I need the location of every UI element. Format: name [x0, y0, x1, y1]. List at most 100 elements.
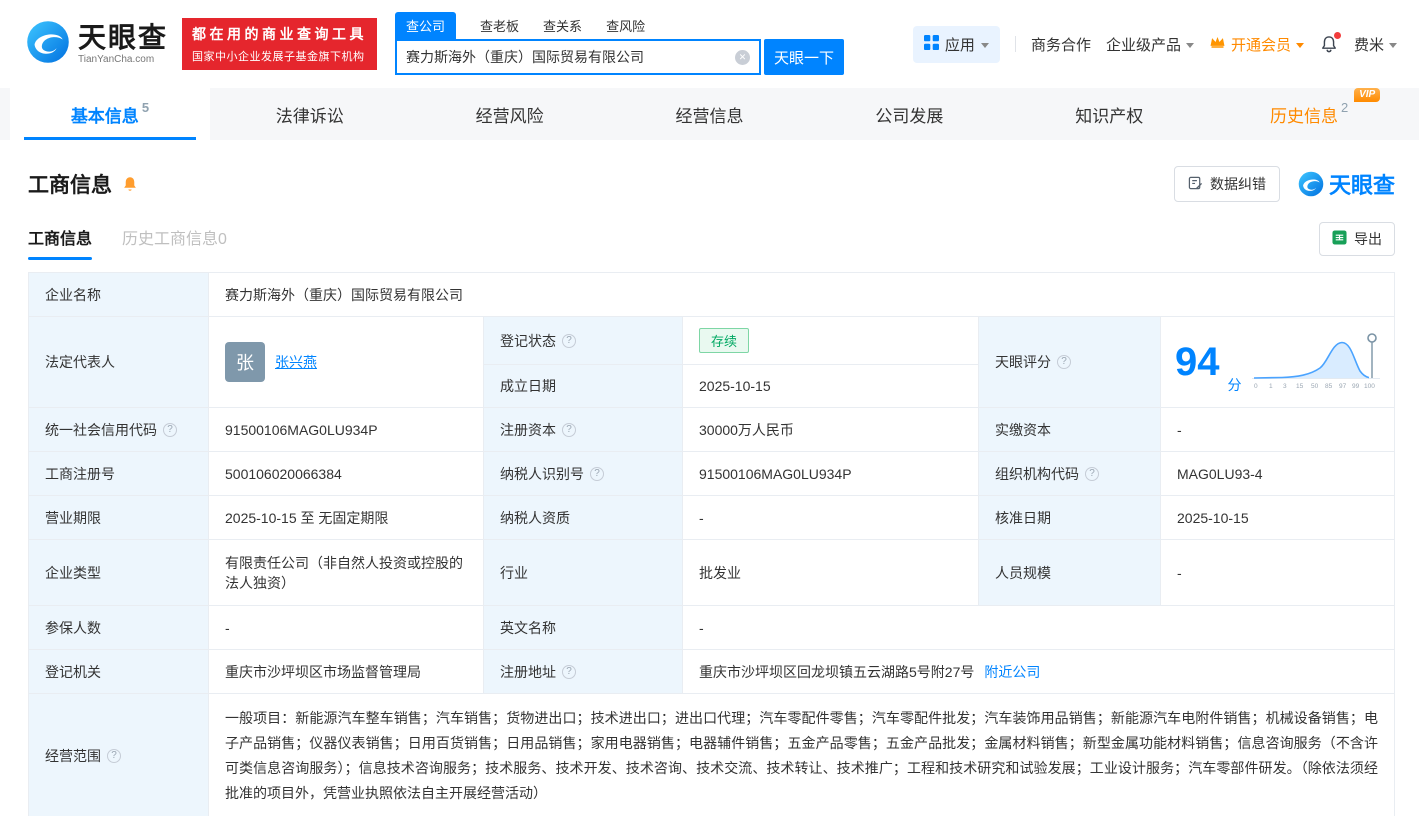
tab-label: 经营风险	[476, 102, 544, 127]
data-correction-button[interactable]: 数据纠错	[1174, 166, 1280, 202]
field-label-staff-size: 人员规模	[979, 540, 1161, 605]
table-row: 法定代表人 张 张兴燕 登记状态 存续 成立日期 2025-10-15 天眼评分	[29, 317, 1394, 408]
field-value-taxpayer-quality: -	[683, 496, 979, 539]
field-label-reg-authority: 登记机关	[29, 650, 209, 693]
tab-label: 经营信息	[676, 102, 744, 127]
correction-icon	[1188, 175, 1203, 193]
tab-operation-info[interactable]: 经营信息	[610, 88, 810, 140]
search-area: 查公司 查老板 查关系 查风险 天眼一下	[395, 13, 844, 75]
tianyancha-logo[interactable]: 天眼查 TianYanCha.com	[26, 20, 168, 69]
table-row: 登记机关 重庆市沙坪坝区市场监督管理局 注册地址 重庆市沙坪坝区回龙坝镇五云湖路…	[29, 650, 1394, 694]
enterprise-products-menu[interactable]: 企业级产品	[1106, 34, 1194, 55]
section-title: 工商信息	[28, 169, 112, 199]
field-value-business-term: 2025-10-15 至 无固定期限	[209, 496, 484, 539]
monitor-bell-icon[interactable]	[121, 175, 139, 193]
help-icon[interactable]	[562, 334, 576, 348]
search-category-tabs: 查公司 查老板 查关系 查风险	[395, 13, 844, 39]
field-label-tyc-score: 天眼评分	[979, 317, 1161, 407]
score-unit: 分	[1228, 375, 1242, 395]
score-distribution-chart: 0 1 3 15 50 85 97 99 100	[1252, 330, 1384, 395]
data-correction-label: 数据纠错	[1210, 174, 1266, 194]
legal-rep-avatar[interactable]: 张	[225, 342, 265, 382]
search-button[interactable]: 天眼一下	[764, 39, 844, 75]
table-row: 企业类型 有限责任公司（非自然人投资或控股的法人独资） 行业 批发业 人员规模 …	[29, 540, 1394, 606]
svg-text:50: 50	[1311, 383, 1319, 390]
field-value-english-name: -	[683, 606, 1394, 649]
field-label-address: 注册地址	[484, 650, 683, 693]
field-label-establish-date: 成立日期	[484, 365, 683, 407]
clear-search-icon[interactable]	[735, 50, 750, 65]
field-value-company-name: 赛力斯海外（重庆）国际贸易有限公司	[209, 273, 1394, 316]
tab-operation-risk[interactable]: 经营风险	[410, 88, 610, 140]
field-label-taxpayer-id: 纳税人识别号	[484, 452, 683, 495]
help-icon[interactable]	[590, 467, 604, 481]
field-value-business-scope: 一般项目：新能源汽车整车销售；汽车销售；货物进出口；技术进出口；进出口代理；汽车…	[209, 694, 1394, 816]
subtab-business-info[interactable]: 工商信息	[28, 225, 92, 260]
chevron-down-icon	[1186, 43, 1194, 48]
search-tab-boss[interactable]: 查老板	[480, 16, 519, 39]
field-label-business-scope: 经营范围	[29, 694, 209, 816]
tab-label: 法律诉讼	[276, 102, 344, 127]
field-value-approval-date: 2025-10-15	[1161, 496, 1394, 539]
svg-text:3: 3	[1283, 383, 1287, 390]
search-tab-relation[interactable]: 查关系	[543, 16, 582, 39]
tab-basic-info[interactable]: 基本信息 5	[10, 88, 210, 140]
field-value-taxpayer-id: 91500106MAG0LU934P	[683, 452, 979, 495]
svg-text:85: 85	[1325, 383, 1333, 390]
field-label-english-name: 英文名称	[484, 606, 683, 649]
tianyancha-watermark-logo: 天眼查	[1298, 168, 1395, 200]
business-info-table: 企业名称 赛力斯海外（重庆）国际贸易有限公司 法定代表人 张 张兴燕 登记状态 …	[28, 272, 1395, 816]
field-label-business-term: 营业期限	[29, 496, 209, 539]
subsection-tabs: 工商信息 历史工商信息0 导出	[0, 222, 1419, 260]
export-button[interactable]: 导出	[1319, 222, 1395, 256]
search-tab-risk[interactable]: 查风险	[606, 16, 645, 39]
nearby-companies-link[interactable]: 附近公司	[984, 662, 1040, 682]
logo-text: 天眼查	[78, 24, 168, 52]
user-menu[interactable]: 费米	[1354, 34, 1397, 55]
apps-menu[interactable]: 应用	[913, 26, 1000, 63]
notification-bell-icon[interactable]	[1319, 34, 1339, 54]
open-vip-menu[interactable]: 开通会员	[1209, 34, 1304, 55]
promo-line2: 国家中小企业发展子基金旗下机构	[192, 48, 367, 64]
tab-label: 公司发展	[875, 102, 943, 127]
table-row: 企业名称 赛力斯海外（重庆）国际贸易有限公司	[29, 273, 1394, 317]
tianyancha-logo-icon	[26, 20, 70, 69]
field-value-reg-status: 存续	[683, 317, 979, 364]
svg-text:15: 15	[1296, 383, 1304, 390]
chevron-down-icon	[981, 43, 989, 48]
table-row: 经营范围 一般项目：新能源汽车整车销售；汽车销售；货物进出口；技术进出口；进出口…	[29, 694, 1394, 816]
field-label-text: 注册地址	[500, 662, 556, 682]
field-label-text: 登记状态	[500, 331, 556, 351]
tab-company-development[interactable]: 公司发展	[809, 88, 1009, 140]
field-value-paid-capital: -	[1161, 408, 1394, 451]
tab-intellectual-property[interactable]: 知识产权	[1009, 88, 1209, 140]
app-grid-icon	[924, 35, 939, 54]
help-icon[interactable]	[1057, 355, 1071, 369]
help-icon[interactable]	[562, 423, 576, 437]
field-label-paid-capital: 实缴资本	[979, 408, 1161, 451]
promo-banner: 都在用的商业查询工具 国家中小企业发展子基金旗下机构	[182, 18, 377, 70]
search-input[interactable]	[406, 49, 735, 65]
tab-count: 2	[1341, 100, 1348, 115]
help-icon[interactable]	[163, 423, 177, 437]
tab-legal-litigation[interactable]: 法律诉讼	[210, 88, 410, 140]
table-row: 统一社会信用代码 91500106MAG0LU934P 注册资本 30000万人…	[29, 408, 1394, 452]
help-icon[interactable]	[107, 749, 121, 763]
field-value-establish-date: 2025-10-15	[683, 365, 979, 407]
field-label-credit-code: 统一社会信用代码	[29, 408, 209, 451]
help-icon[interactable]	[1085, 467, 1099, 481]
subtab-history-business-info[interactable]: 历史工商信息0	[122, 225, 227, 260]
search-tab-company[interactable]: 查公司	[395, 12, 456, 39]
field-value-reg-capital: 30000万人民币	[683, 408, 979, 451]
svg-text:99: 99	[1352, 383, 1360, 390]
field-label-text: 统一社会信用代码	[45, 420, 157, 440]
field-label-company-name: 企业名称	[29, 273, 209, 316]
field-value-insured: -	[209, 606, 484, 649]
business-cooperation-link[interactable]: 商务合作	[1031, 34, 1091, 55]
status-badge: 存续	[699, 328, 749, 353]
tab-history-info[interactable]: 历史信息 2 VIP	[1209, 88, 1409, 140]
watermark-logo-text: 天眼查	[1329, 168, 1395, 200]
help-icon[interactable]	[562, 665, 576, 679]
apps-label: 应用	[945, 34, 975, 55]
legal-rep-name-link[interactable]: 张兴燕	[275, 352, 317, 372]
